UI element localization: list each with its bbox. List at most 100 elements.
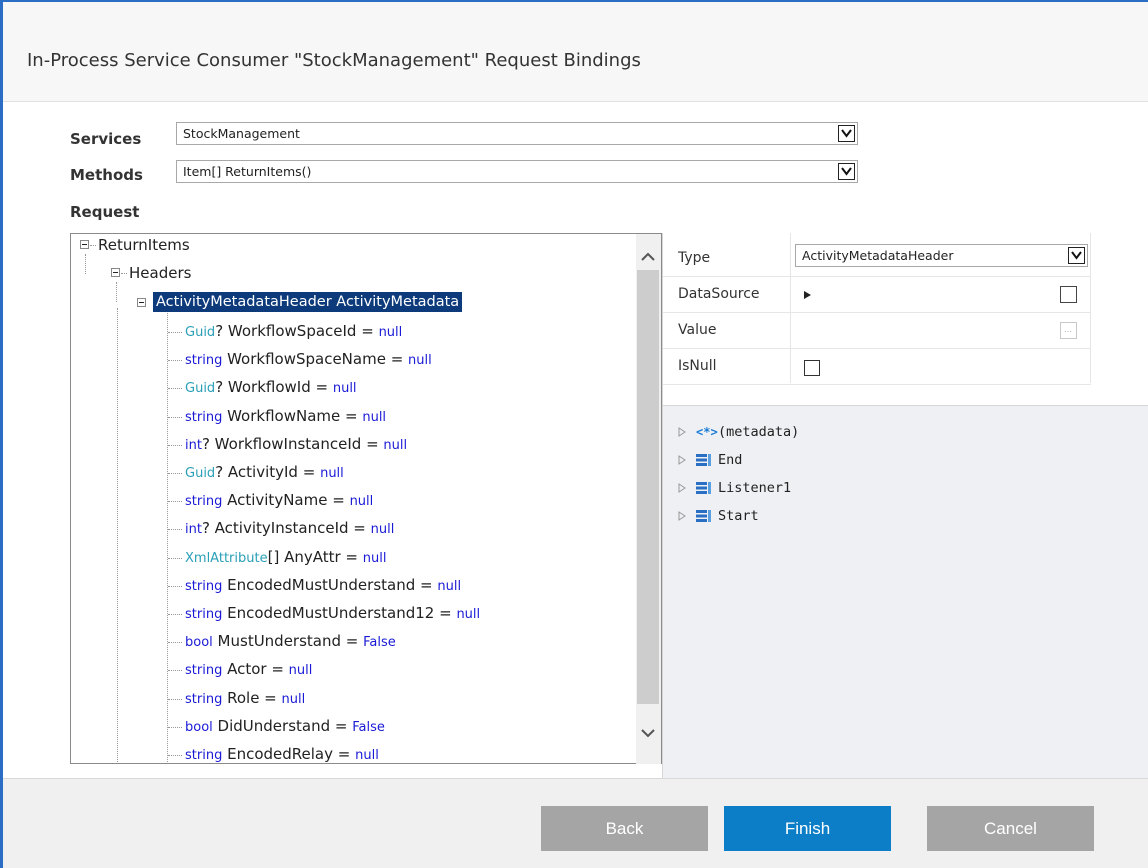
chevron-down-icon[interactable] xyxy=(1068,247,1085,264)
tree-node-field[interactable]: Guid? WorkflowSpaceId = null xyxy=(185,321,402,343)
chevron-down-icon[interactable] xyxy=(838,125,855,142)
tree-node-headers[interactable]: Headers xyxy=(129,263,191,283)
dialog-footer: Back Finish Cancel xyxy=(3,778,1148,868)
tree-node-field[interactable]: bool MustUnderstand = False xyxy=(185,631,396,653)
tree-connector xyxy=(168,586,182,587)
tree-connector xyxy=(168,558,182,559)
ellipsis-icon: … xyxy=(1064,325,1072,334)
tree-connector xyxy=(168,699,182,700)
field-name: MustUnderstand = xyxy=(212,632,364,650)
field-type: Guid xyxy=(185,325,216,340)
tree-scrollbar[interactable] xyxy=(636,234,661,764)
tree-connector xyxy=(168,501,182,502)
field-value: False xyxy=(363,635,396,650)
field-name: ? WorkflowId = xyxy=(215,378,333,396)
tree-connector xyxy=(90,245,96,246)
tree-node-returnitems[interactable]: ReturnItems xyxy=(98,235,190,255)
methods-dropdown[interactable]: Item[] ReturnItems() xyxy=(176,160,858,183)
type-dropdown[interactable]: ActivityMetadataHeader xyxy=(795,244,1088,267)
tree-connector xyxy=(168,755,182,756)
isnull-checkbox[interactable] xyxy=(804,360,820,376)
tree-connector xyxy=(85,254,86,274)
collapse-icon[interactable] xyxy=(137,298,146,307)
chevron-down-icon[interactable] xyxy=(838,163,855,180)
field-value: null xyxy=(456,607,481,622)
field-type: Guid xyxy=(185,381,216,396)
field-type: Guid xyxy=(185,466,216,481)
field-type: int xyxy=(185,438,202,453)
tree-node-field[interactable]: string EncodedMustUnderstand12 = null xyxy=(185,603,480,625)
tree-connector xyxy=(168,670,182,671)
field-value: null xyxy=(281,692,306,707)
expand-arrow-icon[interactable] xyxy=(678,483,686,493)
field-name: [] AnyAttr = xyxy=(267,548,363,566)
field-type: string xyxy=(185,663,223,678)
tree-node-field[interactable]: int? WorkflowInstanceId = null xyxy=(185,434,407,456)
property-row-isnull: IsNull xyxy=(663,349,1091,385)
tree-connector xyxy=(168,473,182,474)
value-browse-button[interactable]: … xyxy=(1060,322,1077,339)
request-tree[interactable]: ReturnItems Headers ActivityMetadataHead… xyxy=(70,233,662,764)
datasource-browse-button[interactable] xyxy=(1060,286,1077,303)
field-type: string xyxy=(185,748,223,763)
field-name: WorkflowSpaceName = xyxy=(222,350,409,368)
request-label: Request xyxy=(70,203,140,221)
tree-node-field[interactable]: string Actor = null xyxy=(185,659,312,681)
field-value: null xyxy=(332,381,357,396)
scroll-up-icon[interactable] xyxy=(641,252,655,262)
expand-arrow-icon[interactable] xyxy=(804,291,811,299)
cancel-button[interactable]: Cancel xyxy=(927,806,1094,851)
field-type: bool xyxy=(185,720,213,735)
tree-node-field[interactable]: Guid? WorkflowId = null xyxy=(185,377,357,399)
tree-node-field[interactable]: string WorkflowName = null xyxy=(185,406,386,428)
field-type: string xyxy=(185,494,223,509)
field-value: null xyxy=(288,663,313,678)
field-value: null xyxy=(378,325,403,340)
field-value: null xyxy=(362,551,387,566)
field-type: string xyxy=(185,579,223,594)
tree-node-field[interactable]: bool DidUnderstand = False xyxy=(185,716,385,738)
tree-connector xyxy=(117,308,118,763)
services-label: Services xyxy=(70,130,142,148)
tree-node-field[interactable]: string EncodedRelay = null xyxy=(185,744,379,763)
field-value: null xyxy=(355,748,379,763)
tree-node-field[interactable]: string WorkflowSpaceName = null xyxy=(185,349,432,371)
services-dropdown[interactable]: StockManagement xyxy=(176,122,858,145)
tree-node-field[interactable]: int? ActivityInstanceId = null xyxy=(185,518,394,540)
metadata-tree[interactable]: <*> (metadata) End Listener1 Start xyxy=(662,405,1148,778)
field-type: int xyxy=(185,522,202,537)
activity-icon xyxy=(696,510,711,522)
field-type: string xyxy=(185,607,223,622)
field-name: EncodedMustUnderstand12 = xyxy=(222,604,457,622)
tree-node-field[interactable]: XmlAttribute[] AnyAttr = null xyxy=(185,547,386,569)
tree-node-field[interactable]: string ActivityName = null xyxy=(185,490,373,512)
collapse-icon[interactable] xyxy=(111,268,120,277)
activity-icon xyxy=(696,454,711,466)
scrollbar-thumb[interactable] xyxy=(637,270,659,704)
type-value: ActivityMetadataHeader xyxy=(802,248,954,263)
field-name: EncodedMustUnderstand = xyxy=(222,576,438,594)
tree-connector xyxy=(168,727,182,728)
tree-connector xyxy=(167,310,168,763)
field-name: ? ActivityId = xyxy=(215,463,321,481)
tree-connector xyxy=(116,282,117,302)
collapse-icon[interactable] xyxy=(80,240,89,249)
tree-node-field[interactable]: Guid? ActivityId = null xyxy=(185,462,344,484)
finish-button[interactable]: Finish xyxy=(724,806,891,851)
scroll-down-icon[interactable] xyxy=(641,728,655,738)
tree-node-field[interactable]: string Role = null xyxy=(185,688,305,710)
expand-arrow-icon[interactable] xyxy=(678,427,686,437)
field-type: XmlAttribute xyxy=(185,551,268,566)
tree-connector xyxy=(168,445,182,446)
properties-panel: Type ActivityMetadataHeader DataSource V… xyxy=(662,233,1148,405)
metadata-node-label: Listener1 xyxy=(718,480,792,496)
dialog-title: In-Process Service Consumer "StockManage… xyxy=(27,50,641,71)
field-name: ? WorkflowInstanceId = xyxy=(201,435,384,453)
field-value: null xyxy=(362,410,387,425)
tree-node-field[interactable]: string EncodedMustUnderstand = null xyxy=(185,575,461,597)
expand-arrow-icon[interactable] xyxy=(678,511,686,521)
back-button[interactable]: Back xyxy=(541,806,708,851)
services-value: StockManagement xyxy=(183,126,300,141)
tree-node-selected[interactable]: ActivityMetadataHeader ActivityMetadata xyxy=(153,292,463,312)
expand-arrow-icon[interactable] xyxy=(678,455,686,465)
